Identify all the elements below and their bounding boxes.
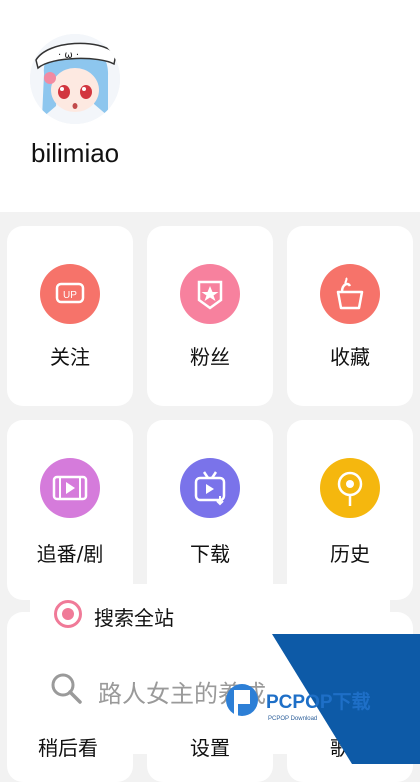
search-scope-radio[interactable]	[54, 600, 82, 628]
tile-bangumi[interactable]: 追番/剧	[7, 420, 133, 600]
svg-text:· ω ·: · ω ·	[58, 50, 79, 61]
tile-label: 追番/剧	[36, 542, 104, 566]
watch-later-label: 稍后看	[38, 736, 98, 760]
tile-fans[interactable]: 粉丝	[147, 226, 273, 406]
tile-favorites[interactable]: 收藏	[287, 226, 413, 406]
lyrics-label: 歌词	[330, 736, 370, 760]
search-panel	[30, 584, 390, 754]
avatar-illustration: · ω ·	[30, 34, 120, 124]
tile-download[interactable]: 下载	[147, 420, 273, 600]
svg-text:UP: UP	[63, 290, 77, 301]
tile-label: 关注	[50, 345, 90, 369]
tile-label: 下载	[190, 542, 230, 566]
star-badge-icon	[180, 264, 240, 324]
film-strip-icon	[40, 458, 100, 518]
search-input[interactable]: 路人女主的养成	[98, 674, 266, 709]
search-scope-label[interactable]: 搜索全站	[94, 602, 174, 631]
settings-label: 设置	[190, 736, 230, 760]
basket-icon	[320, 264, 380, 324]
tile-history[interactable]: 历史	[287, 420, 413, 600]
tile-label: 收藏	[330, 345, 370, 369]
profile-header: · ω · bilimiao	[0, 0, 420, 212]
tile-label: 历史	[330, 542, 370, 566]
tile-label: 粉丝	[190, 345, 230, 369]
search-icon[interactable]	[48, 670, 84, 706]
username: bilimiao	[31, 138, 120, 168]
location-history-icon	[320, 458, 380, 518]
tile-follow[interactable]: UP 关注	[7, 226, 133, 406]
up-badge-icon: UP	[40, 264, 100, 324]
avatar[interactable]: · ω ·	[30, 34, 120, 124]
tv-download-icon	[180, 458, 240, 518]
radio-dot	[62, 608, 74, 620]
